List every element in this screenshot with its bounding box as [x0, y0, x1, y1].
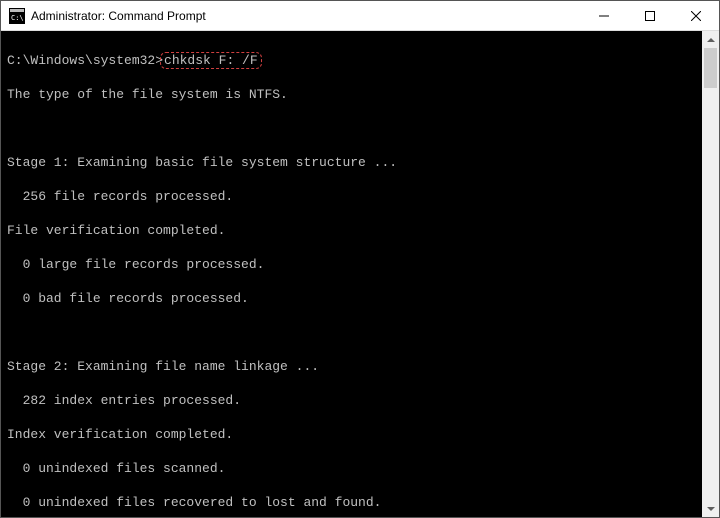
close-button[interactable] [673, 1, 719, 30]
output-line [7, 324, 696, 341]
output-line: 0 unindexed files scanned. [7, 460, 696, 477]
maximize-button[interactable] [627, 1, 673, 30]
window-title: Administrator: Command Prompt [31, 9, 581, 23]
vertical-scrollbar[interactable] [702, 31, 719, 517]
output-line: File verification completed. [7, 222, 696, 239]
output-line: Stage 2: Examining file name linkage ... [7, 358, 696, 375]
output-line: 0 bad file records processed. [7, 290, 696, 307]
command-prompt-window: C:\ Administrator: Command Prompt C:\Win… [0, 0, 720, 518]
svg-text:C:\: C:\ [11, 14, 24, 22]
terminal-area: C:\Windows\system32>chkdsk F: /F The typ… [1, 31, 719, 517]
prompt-line: C:\Windows\system32>chkdsk F: /F [7, 52, 696, 69]
output-line: Stage 1: Examining basic file system str… [7, 154, 696, 171]
output-line [7, 120, 696, 137]
scroll-thumb[interactable] [704, 48, 717, 88]
terminal-output[interactable]: C:\Windows\system32>chkdsk F: /F The typ… [1, 31, 702, 517]
prompt: C:\Windows\system32> [7, 53, 163, 68]
scroll-down-arrow[interactable] [702, 500, 719, 517]
minimize-button[interactable] [581, 1, 627, 30]
titlebar[interactable]: C:\ Administrator: Command Prompt [1, 1, 719, 31]
output-line: 256 file records processed. [7, 188, 696, 205]
scroll-track[interactable] [702, 48, 719, 500]
output-line: 282 index entries processed. [7, 392, 696, 409]
output-line: The type of the file system is NTFS. [7, 86, 696, 103]
output-line: 0 unindexed files recovered to lost and … [7, 494, 696, 511]
output-line: 0 large file records processed. [7, 256, 696, 273]
scroll-up-arrow[interactable] [702, 31, 719, 48]
cmd-icon: C:\ [9, 8, 25, 24]
output-line: Index verification completed. [7, 426, 696, 443]
command-highlight: chkdsk F: /F [160, 52, 262, 69]
titlebar-buttons [581, 1, 719, 30]
